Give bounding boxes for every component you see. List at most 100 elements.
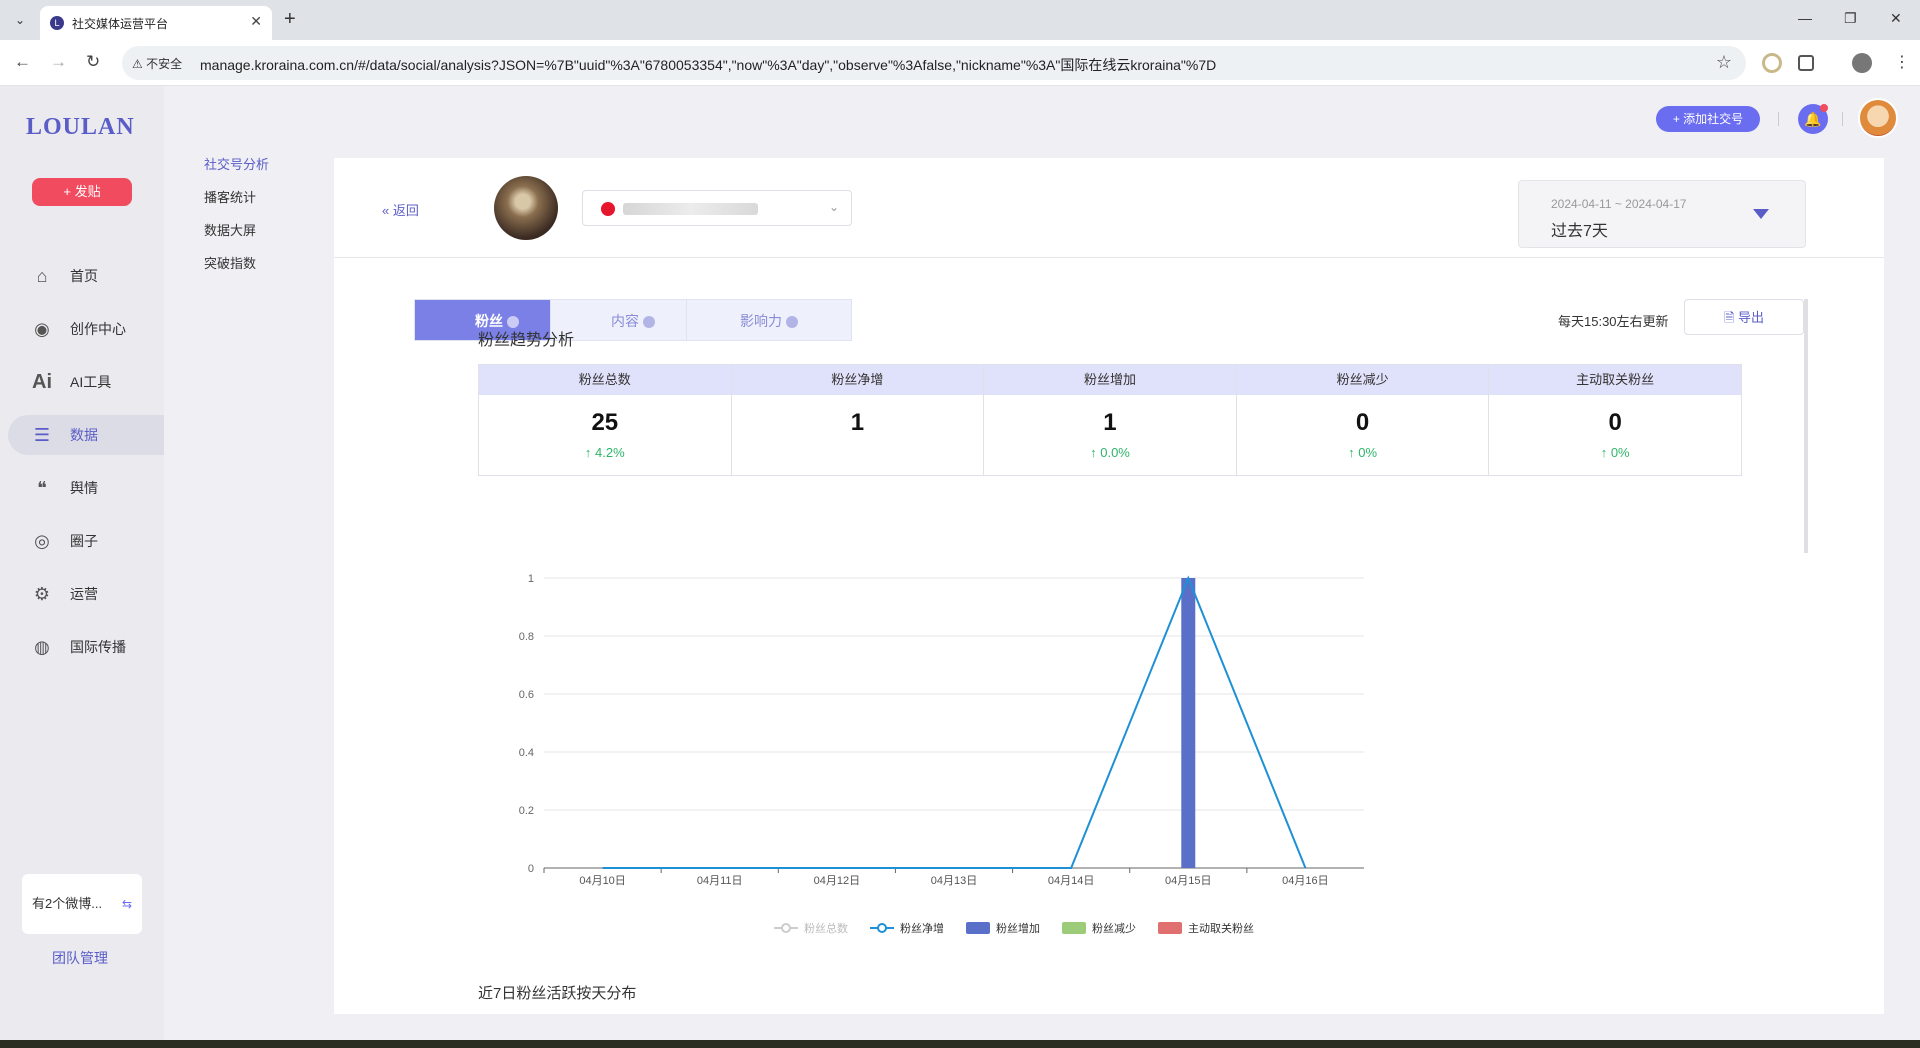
- series-line: [602, 575, 1307, 869]
- address-bar[interactable]: ⚠ 不安全 manage.kroraina.com.cn/#/data/soci…: [122, 46, 1746, 80]
- legend-marker: [781, 923, 791, 933]
- forward-arrow-icon[interactable]: →: [50, 52, 67, 72]
- y-tick-label: 0.2: [519, 805, 534, 817]
- subnav-social-analysis[interactable]: 社交号分析: [204, 154, 269, 173]
- chart-svg: 0 0.2 0.4 0.6 0.8 1 04月10日 04月11日 04月12日 04月13日 04…: [519, 573, 1364, 935]
- user-avatar[interactable]: [1858, 98, 1898, 138]
- site-favicon-icon: L: [50, 16, 64, 30]
- browser-menu-icon[interactable]: ⋮: [1894, 52, 1910, 72]
- nav-item-home[interactable]: ⌂ 首页: [8, 256, 164, 296]
- nav-item-sentiment[interactable]: ❝ 舆情: [8, 468, 164, 508]
- tab-close-icon[interactable]: ✕: [250, 13, 262, 30]
- x-tick-label: 04月13日: [931, 875, 977, 887]
- legend-label: 粉丝减少: [1092, 922, 1136, 935]
- info-icon: [786, 316, 798, 329]
- url-text[interactable]: manage.kroraina.com.cn/#/data/social/ana…: [200, 55, 1216, 75]
- export-button[interactable]: 🗎 导出: [1684, 299, 1804, 335]
- security-label: 不安全: [146, 57, 183, 71]
- legend-swatch: [1158, 922, 1182, 934]
- date-range-text: 2024-04-11 ~ 2024-04-17: [1551, 197, 1687, 211]
- nav-label: 圈子: [70, 533, 98, 549]
- ai-icon: Ai: [32, 371, 52, 393]
- browser-tab[interactable]: L 社交媒体运营平台 ✕: [40, 6, 272, 40]
- sub-navigation: 社交号分析 播客统计 数据大屏 突破指数: [164, 86, 334, 1040]
- stat-total-fans: 粉丝总数 25 ↑ 4.2%: [479, 365, 732, 475]
- legend-label: 主动取关粉丝: [1188, 921, 1254, 935]
- minimize-icon[interactable]: —: [1798, 10, 1812, 26]
- stat-value: 1: [850, 409, 865, 436]
- post-button[interactable]: + 发贴: [32, 178, 132, 206]
- x-tick-label: 04月16日: [1282, 875, 1328, 887]
- stat-label: 主动取关粉丝: [1489, 365, 1741, 395]
- date-range-picker[interactable]: 2024-04-11 ~ 2024-04-17 过去7天: [1518, 180, 1806, 248]
- x-tick-label: 04月10日: [579, 875, 625, 887]
- stat-fans-lost: 粉丝减少 0 ↑ 0%: [1236, 365, 1490, 475]
- restore-icon[interactable]: ❐: [1844, 10, 1857, 27]
- info-icon: [643, 316, 655, 329]
- team-management-link[interactable]: 团队管理: [52, 948, 108, 968]
- divider: [1778, 112, 1779, 126]
- scrollbar[interactable]: [1804, 299, 1808, 553]
- nav-item-ai[interactable]: Ai AI工具: [8, 362, 164, 402]
- export-label: 导出: [1738, 310, 1765, 325]
- divider: [1842, 112, 1843, 126]
- x-tick-label: 04月14日: [1048, 875, 1094, 887]
- y-tick-label: 0.8: [519, 631, 534, 643]
- tab-search-icon[interactable]: ⌄: [8, 8, 32, 32]
- nav-item-data[interactable]: ☰ 数据: [8, 415, 164, 455]
- section-title: 粉丝趋势分析: [478, 332, 575, 349]
- add-social-account-button[interactable]: + 添加社交号: [1656, 106, 1760, 132]
- weibo-icon: [601, 202, 615, 216]
- tab-label: 内容: [611, 313, 639, 329]
- reload-icon[interactable]: ↻: [86, 52, 100, 72]
- y-tick-label: 0.4: [519, 747, 534, 759]
- profile-icon[interactable]: [1852, 53, 1872, 73]
- tab-influence[interactable]: 影响力: [686, 299, 852, 341]
- dropdown-caret-icon: [1753, 209, 1769, 219]
- stat-unfollows: 主动取关粉丝 0 ↑ 0%: [1489, 365, 1741, 475]
- nav-item-creation[interactable]: ◉ 创作中心: [8, 309, 164, 349]
- nav-item-international[interactable]: ◍ 国际传播: [8, 627, 164, 667]
- account-card-text: 有2个微博...: [32, 896, 103, 911]
- stats-table: 粉丝总数 25 ↑ 4.2% 粉丝净增 1 粉丝增加 1 ↑ 0.0% 粉丝减少…: [478, 364, 1742, 476]
- subnav-podcast-stats[interactable]: 播客统计: [204, 187, 256, 206]
- logo: LOULAN: [26, 114, 135, 140]
- legend-marker: [877, 923, 887, 933]
- puzzle-icon[interactable]: [1798, 55, 1814, 71]
- x-tick-label: 04月15日: [1165, 875, 1211, 887]
- stat-value: 0: [1608, 409, 1622, 436]
- nav-label: 首页: [70, 268, 98, 284]
- chevron-down-icon: ⌄: [828, 200, 839, 214]
- y-tick-label: 1: [528, 573, 534, 585]
- browser-toolbar: ← → ↻ ⚠ 不安全 manage.kroraina.com.cn/#/dat…: [0, 40, 1920, 86]
- globe-icon: ◍: [34, 637, 50, 657]
- back-arrow-icon[interactable]: ←: [14, 52, 31, 72]
- account-name-blurred: [623, 203, 758, 215]
- security-warning[interactable]: ⚠ 不安全: [132, 55, 182, 72]
- back-link[interactable]: « 返回: [382, 200, 419, 219]
- new-tab-button[interactable]: +: [284, 8, 296, 30]
- palette-icon: ◉: [34, 319, 50, 339]
- database-icon: ☰: [33, 425, 51, 445]
- window-close-icon[interactable]: ✕: [1890, 10, 1902, 27]
- nav-item-circle[interactable]: ◎ 圈子: [8, 521, 164, 561]
- notification-badge: [1820, 104, 1828, 112]
- fans-trend-chart: 0 0.2 0.4 0.6 0.8 1 04月10日 04月11日 04月12日 04月13日 04…: [484, 558, 1784, 978]
- switch-icon[interactable]: ⇆: [122, 874, 132, 934]
- subnav-breakthrough-index[interactable]: 突破指数: [204, 253, 256, 272]
- stat-change: ↑ 0%: [1600, 445, 1630, 460]
- nav-item-operations[interactable]: ⚙ 运营: [8, 574, 164, 614]
- subnav-data-screen[interactable]: 数据大屏: [204, 220, 256, 239]
- account-switch-card[interactable]: 有2个微博... ⇆: [22, 874, 142, 934]
- section-title-2: 近7日粉丝活跃按天分布: [478, 985, 637, 1002]
- account-avatar: [494, 176, 558, 240]
- bookmark-star-icon[interactable]: ☆: [1716, 52, 1732, 73]
- gear-icon: ⚙: [33, 584, 51, 604]
- stat-label: 粉丝增加: [984, 365, 1236, 395]
- update-note: 每天15:30左右更新: [1558, 314, 1669, 329]
- home-icon: ⌂: [36, 266, 48, 286]
- extension-icon[interactable]: [1762, 53, 1782, 73]
- nav-label: AI工具: [70, 374, 112, 390]
- legend-swatch: [966, 922, 990, 934]
- account-select[interactable]: ⌄: [582, 190, 852, 226]
